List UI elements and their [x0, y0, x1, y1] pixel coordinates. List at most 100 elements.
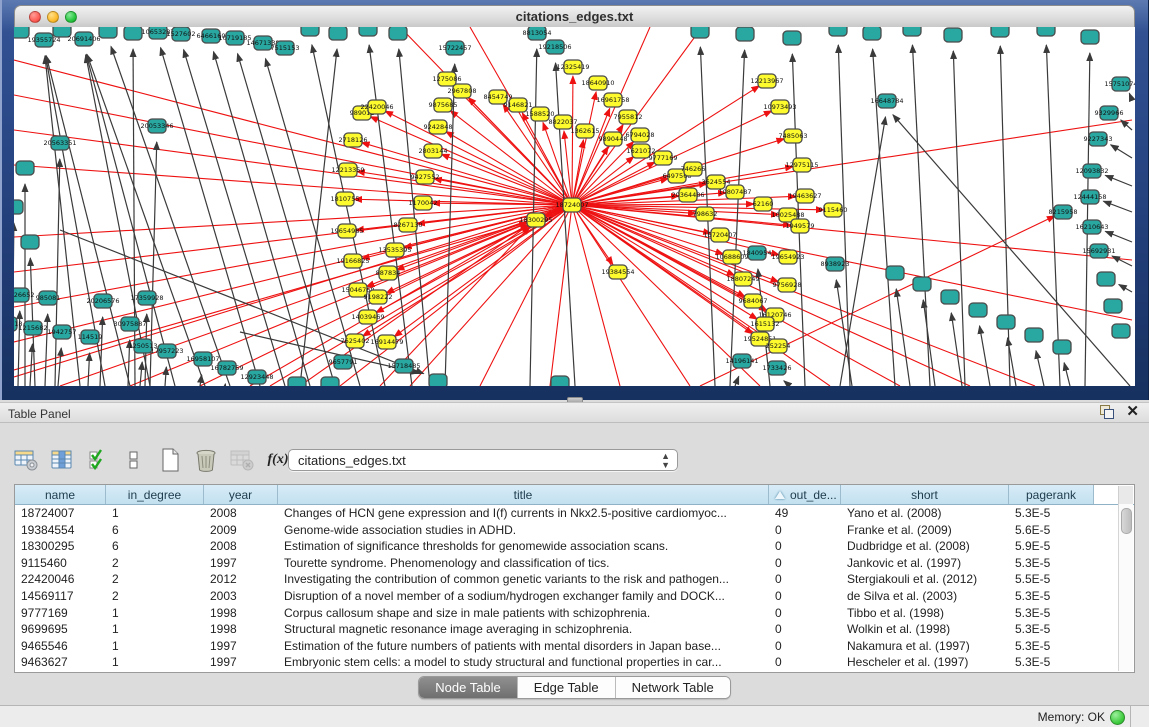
citation-edge[interactable]	[735, 376, 739, 386]
citation-edge[interactable]	[111, 46, 230, 386]
citation-edge[interactable]	[1000, 46, 1010, 386]
citation-edge-red[interactable]	[14, 165, 572, 205]
graph-node[interactable]	[301, 27, 319, 36]
graph-node[interactable]	[1037, 27, 1055, 36]
citation-edge[interactable]	[55, 159, 60, 386]
citation-edge[interactable]	[840, 117, 885, 386]
close-icon[interactable]: ✕	[1126, 405, 1139, 419]
column-header-in-degree[interactable]: in_degree	[106, 485, 204, 504]
graph-node[interactable]	[124, 27, 142, 40]
graph-node[interactable]	[14, 200, 23, 214]
table-row[interactable]: 1938455462009Genome-wide association stu…	[15, 522, 1134, 539]
column-header-short[interactable]: short	[841, 485, 1009, 504]
citation-edge-red[interactable]	[572, 205, 620, 386]
graph-node[interactable]	[944, 28, 962, 42]
citation-edge[interactable]	[88, 353, 90, 386]
graph-node[interactable]	[551, 376, 569, 386]
citation-edge[interactable]	[58, 348, 61, 386]
graph-node[interactable]	[1097, 272, 1115, 286]
graph-node[interactable]	[389, 27, 407, 40]
graph-node[interactable]	[1053, 340, 1071, 354]
graph-node[interactable]	[21, 235, 39, 249]
graph-node[interactable]	[997, 315, 1015, 329]
citation-edge[interactable]	[980, 326, 990, 386]
citation-edge-red[interactable]	[446, 132, 572, 205]
tab-node-table[interactable]: Node Table	[419, 677, 518, 698]
table-row[interactable]: 977716911998Corpus callosum shape and si…	[15, 605, 1134, 622]
citation-edge-red[interactable]	[572, 205, 753, 334]
table-selector-dropdown[interactable]: citations_edges.txt ▲▼	[288, 449, 678, 471]
citation-edge[interactable]	[951, 313, 962, 386]
table-row[interactable]: 911546021997Tourette syndrome. Phenomeno…	[15, 555, 1134, 572]
graph-node[interactable]	[1081, 30, 1099, 44]
graph-node[interactable]	[288, 377, 306, 386]
column-header-title[interactable]: title	[278, 485, 769, 504]
graph-node[interactable]	[783, 31, 801, 45]
citation-edge[interactable]	[140, 362, 142, 386]
graph-node[interactable]	[321, 377, 339, 386]
delete-table-button[interactable]	[228, 446, 256, 474]
citation-edge[interactable]	[184, 50, 285, 386]
graph-node[interactable]	[99, 27, 117, 38]
graph-node[interactable]	[863, 27, 881, 40]
table-row[interactable]: 969969511998Structural magnetic resonanc…	[15, 621, 1134, 638]
citation-edge[interactable]	[556, 63, 575, 386]
graph-node[interactable]	[691, 27, 709, 38]
citation-edge[interactable]	[1103, 201, 1132, 212]
table-row[interactable]: 946362711997Embryonic stem cells: a mode…	[15, 654, 1134, 671]
citation-edge[interactable]	[161, 48, 260, 386]
clear-row-selection-button[interactable]	[120, 446, 148, 474]
citation-edge[interactable]	[300, 49, 337, 386]
scrollbar-thumb[interactable]	[1121, 508, 1132, 534]
citation-edge-red[interactable]	[404, 205, 572, 248]
citation-edge[interactable]	[896, 289, 910, 386]
citation-edge[interactable]	[784, 381, 790, 386]
citation-edge-red[interactable]	[14, 205, 572, 377]
citation-edge[interactable]	[1121, 120, 1132, 130]
column-header-name[interactable]: name	[15, 485, 106, 504]
column-header-out-de-[interactable]: out_de...	[769, 485, 841, 504]
citation-edge[interactable]	[1036, 351, 1044, 386]
citation-edge[interactable]	[912, 45, 930, 386]
citation-edge[interactable]	[100, 317, 103, 386]
citation-edge-red[interactable]	[14, 205, 572, 237]
citation-edge-red[interactable]	[14, 205, 572, 307]
network-canvas[interactable]: 1935572420691406106532871527602646616010…	[14, 27, 1135, 386]
graph-node[interactable]	[991, 27, 1009, 37]
graph-node[interactable]	[903, 27, 921, 36]
citation-edge-red[interactable]	[434, 179, 572, 205]
show-columns-button[interactable]	[48, 446, 76, 474]
citation-edge-red[interactable]	[410, 205, 572, 386]
column-header-year[interactable]: year	[204, 485, 278, 504]
citation-edge-red[interactable]	[550, 205, 572, 386]
citation-edge[interactable]	[1129, 93, 1132, 100]
citation-edge[interactable]	[1112, 256, 1132, 266]
table-settings-button[interactable]	[12, 446, 40, 474]
table-row[interactable]: 1872400712008Changes of HCN gene express…	[15, 505, 1134, 522]
citation-edge-red[interactable]	[572, 76, 573, 205]
memory-status-indicator[interactable]	[1110, 710, 1125, 725]
citation-edge[interactable]	[1105, 175, 1132, 186]
graph-node[interactable]	[1025, 328, 1043, 342]
citation-edge[interactable]	[1119, 284, 1132, 292]
citation-edge-red[interactable]	[14, 130, 572, 205]
select-all-rows-button[interactable]	[84, 446, 112, 474]
graph-node[interactable]	[16, 161, 34, 175]
citation-edge[interactable]	[213, 52, 310, 386]
delete-columns-button[interactable]	[192, 446, 220, 474]
tab-network-table[interactable]: Network Table	[616, 677, 730, 698]
create-new-column-button[interactable]	[156, 446, 184, 474]
float-window-icon[interactable]	[1100, 405, 1114, 419]
column-header-pagerank[interactable]: pagerank	[1009, 485, 1094, 504]
graph-node[interactable]	[829, 27, 847, 36]
citation-edge-red[interactable]	[572, 205, 970, 386]
citation-edge[interactable]	[1111, 145, 1132, 158]
table-row[interactable]: 946554611997Estimation of the future num…	[15, 638, 1134, 655]
graph-node[interactable]	[1104, 299, 1122, 313]
graph-node[interactable]	[913, 277, 931, 291]
graph-node[interactable]	[969, 303, 987, 317]
citation-edge-red[interactable]	[14, 60, 572, 205]
graph-node[interactable]	[329, 27, 347, 40]
citation-edge[interactable]	[165, 367, 166, 386]
graph-node[interactable]	[429, 374, 447, 386]
